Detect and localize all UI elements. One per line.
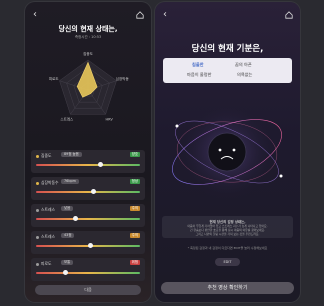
- metric-value: 낮음: [61, 206, 74, 211]
- metric-card: 스트레스 낮음 주의: [31, 204, 145, 227]
- next-button[interactable]: 다음: [35, 285, 141, 295]
- radar-chart: 집중도심장박동 HRV 스트레스 피로도: [49, 51, 129, 121]
- level-track: [36, 272, 140, 274]
- recommended-video-button[interactable]: 추천 영상 확인하기: [161, 282, 294, 294]
- status-dot: [36, 182, 39, 185]
- status-badge: 양호: [129, 152, 140, 157]
- edit-hint: * 측정된 감정과 내 감정이 다르다면 EDIT을 눌러 수정해보세요: [187, 246, 268, 250]
- metric-name: 집중도: [41, 153, 52, 158]
- mood-word[interactable]: 침울한: [192, 62, 204, 68]
- top-bar: ‹: [155, 10, 300, 22]
- measure-time: 측정시간 : 10:53: [74, 35, 102, 39]
- status-dot: [36, 263, 39, 266]
- page-title: 당신의 현재 상태는,: [58, 25, 118, 33]
- metric-value: 76bpm: [61, 179, 79, 184]
- edit-button[interactable]: EDIT: [215, 258, 240, 266]
- metric-value: 보통: [61, 260, 74, 265]
- back-icon[interactable]: ‹: [163, 10, 167, 20]
- level-track: [36, 191, 140, 193]
- mood-screen: ‹ 당신의 현재 기분은, 침울한 꿈의 아픈 마음이 울렁한 의욕없는 현재 …: [155, 2, 300, 302]
- metric-name: 스트레스: [41, 234, 55, 239]
- page-title: 당신의 현재 기분은,: [191, 44, 264, 54]
- status-dot: [36, 155, 39, 158]
- level-knob: [73, 216, 79, 221]
- home-icon[interactable]: [136, 11, 144, 19]
- status-badge: 주의: [129, 233, 140, 238]
- mood-word[interactable]: 마음이 울렁한: [187, 72, 211, 78]
- metric-value: 43점: [61, 233, 75, 238]
- status-screen: ‹ 당신의 현재 상태는, 측정시간 : 10:53 집중도 심장박동 HRV 스트레…: [25, 2, 151, 302]
- status-badge: 정상: [129, 179, 140, 184]
- status-dot: [36, 236, 39, 239]
- metric-value: 89점 높음: [61, 152, 82, 157]
- metric-name: 심장박동수: [41, 180, 59, 185]
- level-track: [36, 164, 140, 166]
- sad-face-eye: [218, 148, 222, 152]
- metric-card: 피로도 보통 위험: [31, 258, 145, 281]
- metric-card: 심장박동수 76bpm 정상: [31, 177, 145, 200]
- back-icon[interactable]: ‹: [33, 10, 37, 20]
- mood-word-card: 침울한 꿈의 아픈 마음이 울렁한 의욕없는: [163, 58, 292, 83]
- description-line: 그리고 나만의 힐링 시간을 가져 보는 것을 추천드려요.: [195, 232, 260, 236]
- level-knob: [90, 189, 96, 194]
- radar-axis-label: HRV: [106, 117, 114, 121]
- mood-orb: [172, 104, 283, 200]
- level-knob: [97, 162, 103, 167]
- status-dot: [36, 209, 39, 212]
- top-bar: ‹: [25, 10, 151, 22]
- metric-name: 피로도: [41, 261, 52, 266]
- status-badge: 주의: [129, 206, 140, 211]
- status-badge: 위험: [129, 260, 140, 265]
- metric-name: 스트레스: [41, 207, 55, 212]
- radar-axis-label: 심장박동: [116, 76, 129, 81]
- mood-word[interactable]: 의욕없는: [237, 72, 252, 78]
- radar-axis-label: 피로도: [49, 76, 59, 81]
- metric-card: 스트레스 43점 주의: [31, 231, 145, 254]
- level-track: [36, 218, 140, 220]
- mood-word[interactable]: 꿈의 아픈: [235, 62, 252, 68]
- metric-card: 집중도 89점 높음 양호: [31, 150, 145, 173]
- radar-axis-label: 집중도: [83, 51, 93, 56]
- level-knob: [62, 270, 68, 275]
- mood-description: 현재 당신의 감정 상태는, 마음이 무겁게 가라앉아 있고 스트레스 지수가 …: [162, 216, 293, 238]
- level-knob: [87, 243, 93, 248]
- sad-face-eye: [232, 148, 236, 152]
- home-icon[interactable]: [285, 11, 293, 19]
- radar-axis-label: 스트레스: [60, 116, 74, 121]
